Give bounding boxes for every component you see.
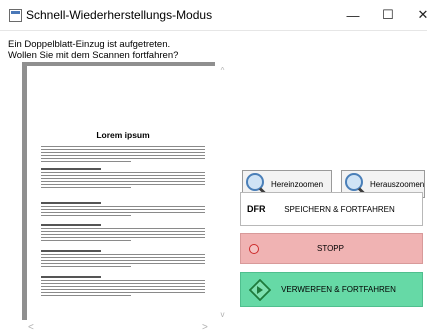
document-text-line (41, 237, 205, 238)
document-text-line (41, 292, 205, 293)
maximize-button[interactable]: ☐ (377, 5, 399, 25)
document-text-line (41, 240, 131, 241)
vertical-scrollbar[interactable]: ^ v (215, 62, 230, 326)
document-heading-line (41, 202, 101, 204)
document-text-line (41, 152, 205, 153)
message-line-1: Ein Doppelblatt-Einzug ist aufgetreten. (8, 39, 171, 50)
document-text-line (41, 184, 205, 185)
document-text-line (41, 266, 131, 267)
diamond-arrow-icon (249, 278, 271, 301)
document-text-line (41, 155, 205, 156)
document-text-line (41, 212, 205, 213)
document-heading-line (41, 250, 101, 252)
title-bar: Schnell-Wiederherstellungs-Modus — ☐ ✕ (0, 0, 427, 31)
document-text-line (41, 209, 205, 210)
document-title: Lorem ipsum (96, 130, 150, 140)
document-text-line (41, 283, 205, 284)
dfr-badge: DFR (247, 204, 266, 214)
save-and-continue-button[interactable]: DFR SPEICHERN & FORTFAHREN (240, 192, 423, 226)
document-text-line (41, 158, 205, 159)
window-title: Schnell-Wiederherstellungs-Modus (26, 8, 213, 22)
document-text-line (41, 149, 205, 150)
document-text-line (41, 161, 131, 162)
document-text-line (41, 172, 205, 173)
message-line-2: Wollen Sie mit dem Scannen fortfahren? (8, 50, 179, 61)
close-button[interactable]: ✕ (412, 5, 427, 25)
document-text-line (41, 289, 205, 290)
document-text-line (41, 263, 205, 264)
document-text-line (41, 231, 205, 232)
stop-button[interactable]: STOPP (240, 233, 423, 264)
app-window-icon (9, 9, 22, 22)
zoom-in-label: Hereinzoomen (271, 179, 324, 189)
document-text-line (41, 215, 131, 216)
scan-preview-viewer[interactable]: Lorem ipsum (22, 62, 230, 326)
document-text-line (41, 295, 131, 296)
document-text-line (41, 228, 205, 229)
scroll-right-icon[interactable]: > (202, 322, 208, 333)
prompt-message: Ein Doppelblatt-Einzug ist aufgetreten. … (8, 39, 178, 61)
discard-and-continue-label: VERWERFEN & FORTFAHREN (281, 285, 396, 294)
document-text-line (41, 254, 205, 255)
document-text-line (41, 234, 205, 235)
document-text-line (41, 206, 205, 207)
minimize-button[interactable]: — (342, 5, 364, 25)
stop-label: STOPP (317, 244, 344, 253)
document-heading-line (41, 168, 101, 170)
scroll-left-icon[interactable]: < (28, 322, 34, 333)
document-text-line (41, 280, 205, 281)
document-text-line (41, 181, 205, 182)
document-text-line (41, 260, 205, 261)
document-text-line (41, 257, 205, 258)
zoom-out-label: Herauszoomen (370, 179, 425, 189)
stop-circle-icon (249, 243, 259, 254)
document-text-line (41, 187, 131, 188)
save-and-continue-label: SPEICHERN & FORTFAHREN (284, 204, 395, 214)
discard-and-continue-button[interactable]: VERWERFEN & FORTFAHREN (240, 272, 423, 307)
document-heading-line (41, 224, 101, 226)
document-text-line (41, 146, 205, 147)
document-text-line (41, 175, 205, 176)
document-heading-line (41, 276, 101, 278)
document-text-line (41, 178, 205, 179)
scanned-page-preview: Lorem ipsum (27, 66, 219, 322)
scroll-up-icon[interactable]: ^ (215, 66, 230, 75)
document-text-line (41, 286, 205, 287)
scroll-down-icon[interactable]: v (215, 310, 230, 319)
horizontal-scrollbar[interactable]: < > (22, 320, 215, 336)
